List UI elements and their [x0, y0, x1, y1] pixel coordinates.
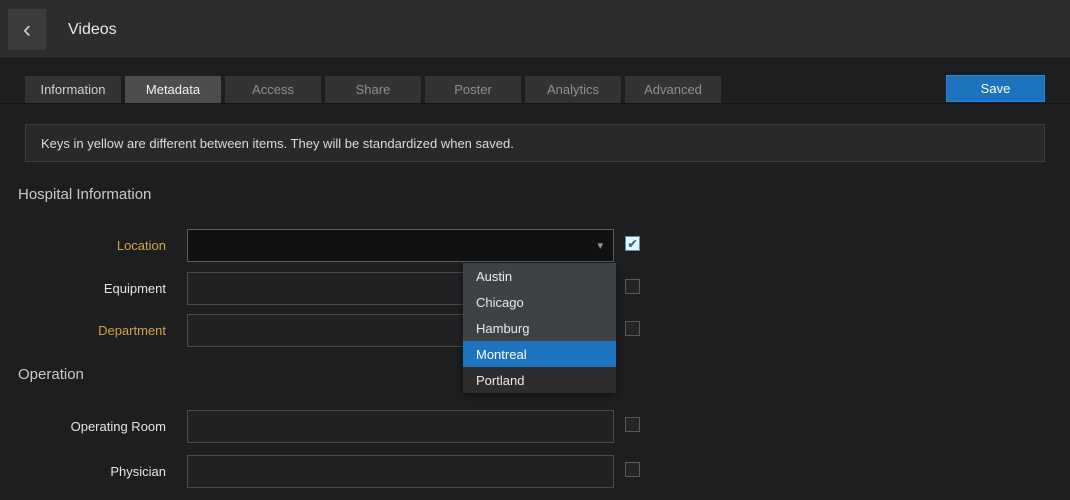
dropdown-option-montreal[interactable]: Montreal: [463, 341, 616, 367]
equipment-label: Equipment: [20, 281, 166, 296]
dropdown-option-austin[interactable]: Austin: [463, 263, 616, 289]
physician-input[interactable]: [187, 455, 614, 488]
dropdown-option-hamburg[interactable]: Hamburg: [463, 315, 616, 341]
tab-bar: Information Metadata Access Share Poster…: [25, 76, 721, 103]
tab-metadata[interactable]: Metadata: [125, 76, 221, 103]
back-button[interactable]: [8, 9, 46, 50]
notice-banner: Keys in yellow are different between ite…: [25, 124, 1045, 162]
physician-checkbox[interactable]: [625, 462, 640, 477]
operating-room-checkbox[interactable]: [625, 417, 640, 432]
section-title-operation: Operation: [18, 366, 84, 383]
dropdown-option-chicago[interactable]: Chicago: [463, 289, 616, 315]
physician-label: Physician: [20, 464, 166, 479]
equipment-checkbox[interactable]: [625, 279, 640, 294]
tab-information[interactable]: Information: [25, 76, 121, 103]
chevron-down-icon: [597, 239, 603, 252]
chevron-left-icon: [23, 18, 31, 42]
location-dropdown-menu: Austin Chicago Hamburg Montreal Portland: [463, 263, 616, 393]
location-checkbox[interactable]: [625, 236, 640, 251]
tab-analytics[interactable]: Analytics: [525, 76, 621, 103]
tab-advanced[interactable]: Advanced: [625, 76, 721, 103]
save-button[interactable]: Save: [946, 75, 1045, 102]
operating-room-label: Operating Room: [20, 419, 166, 434]
tabbar-divider: [0, 103, 1070, 104]
department-label: Department: [20, 323, 166, 338]
department-checkbox[interactable]: [625, 321, 640, 336]
header-bar: Videos: [0, 0, 1070, 59]
location-select[interactable]: [187, 229, 614, 262]
operating-room-input[interactable]: [187, 410, 614, 443]
dropdown-option-portland[interactable]: Portland: [463, 367, 616, 393]
page-title: Videos: [68, 0, 117, 59]
tab-share[interactable]: Share: [325, 76, 421, 103]
tab-access[interactable]: Access: [225, 76, 321, 103]
location-label: Location: [20, 238, 166, 253]
tab-poster[interactable]: Poster: [425, 76, 521, 103]
section-title-hospital-information: Hospital Information: [18, 186, 151, 203]
